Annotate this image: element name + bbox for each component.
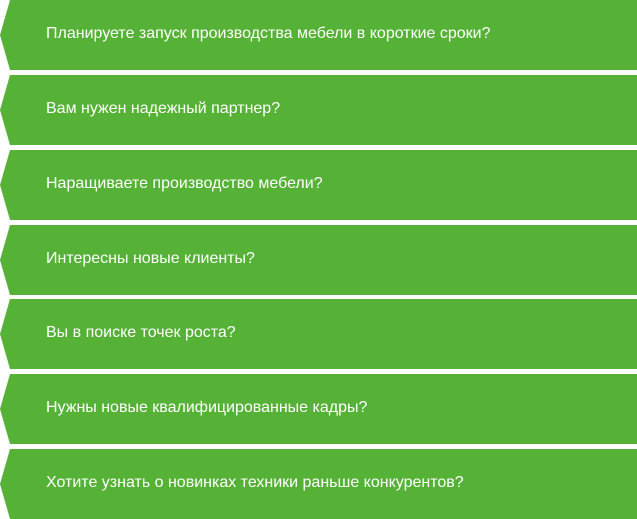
list-item-label: Вам нужен надежный партнер? [46,100,281,117]
list-item: Нужны новые квалифицированные кадры? [0,374,637,444]
list-item: Планируете запуск производства мебели в … [0,0,637,70]
list-item: Интересны новые клиенты? [0,225,637,295]
list-item-label: Интересны новые клиенты? [46,250,255,267]
list-item-label: Планируете запуск производства мебели в … [46,25,491,42]
list-item-label: Нужны новые квалифицированные кадры? [46,399,368,416]
list-item: Вы в поиске точек роста? [0,299,637,369]
list-item-label: Вы в поиске точек роста? [46,324,236,341]
list-item: Вам нужен надежный партнер? [0,75,637,145]
question-list: Планируете запуск производства мебели в … [0,0,637,519]
list-item: Хотите узнать о новинках техники раньше … [0,449,637,519]
list-item-label: Наращиваете производство мебели? [46,175,323,192]
list-item-label: Хотите узнать о новинках техники раньше … [46,474,464,491]
list-item: Наращиваете производство мебели? [0,150,637,220]
